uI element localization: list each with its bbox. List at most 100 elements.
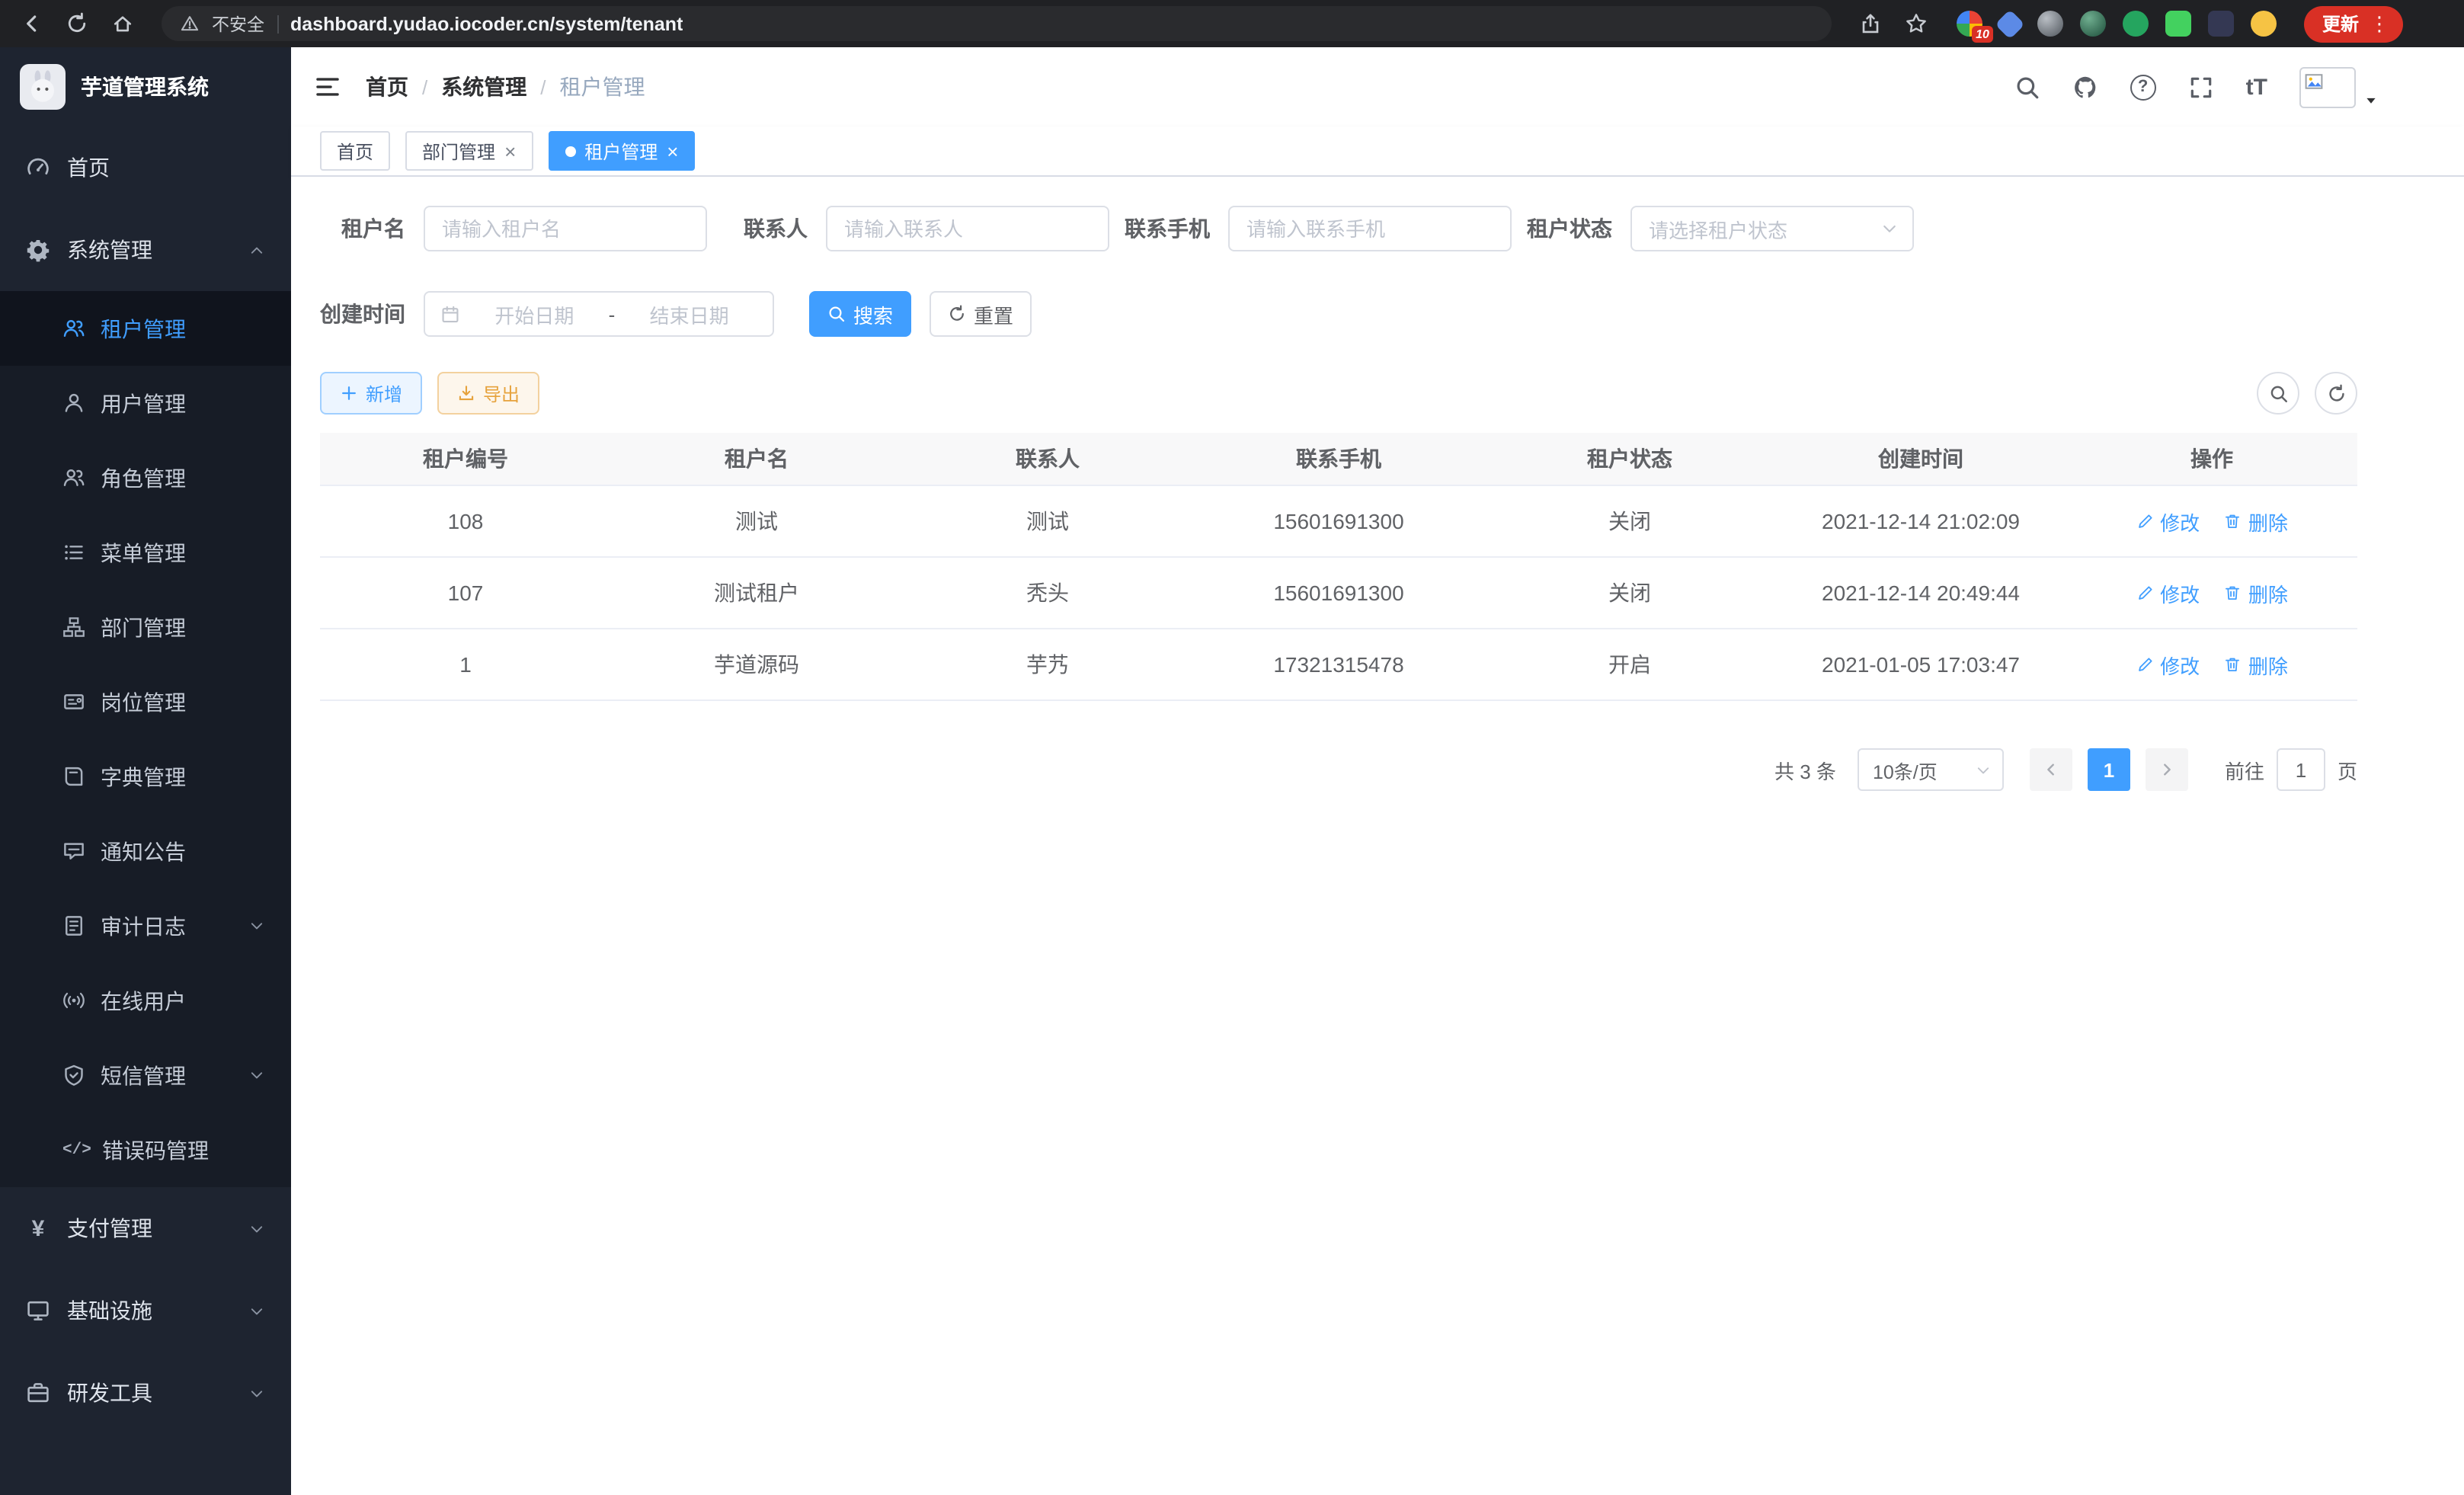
browser-home-button[interactable] [104,5,140,42]
edit-link[interactable]: 修改 [2136,507,2200,536]
column-actions: 操作 [2066,443,2357,474]
fullscreen-icon[interactable] [2188,74,2214,100]
update-button[interactable]: 更新 ⋮ [2304,5,2403,42]
delete-link[interactable]: 删除 [2224,650,2288,679]
navbar-actions: ? tT [2014,66,2379,107]
sidebar-item-system[interactable]: 系统管理 [0,209,291,291]
github-icon[interactable] [2072,74,2098,100]
app-logo[interactable]: 芋道管理系统 [0,47,291,126]
search-icon[interactable] [2014,74,2040,100]
sidebar-item-infra[interactable]: 基础设施 [0,1269,291,1352]
contact-input[interactable] [826,206,1109,251]
sidebar-item-home[interactable]: 首页 [0,126,291,209]
sidebar-item-dict[interactable]: 字典管理 [0,739,291,814]
user-menu[interactable] [2299,66,2379,107]
close-icon[interactable]: × [504,141,516,161]
search-button[interactable]: 搜索 [809,291,911,337]
cell-created: 2021-01-05 17:03:47 [1775,652,2066,677]
extension-icon[interactable] [1995,8,2025,39]
back-button[interactable] [12,5,49,42]
extension-icon[interactable] [2080,11,2106,37]
shield-icon [62,1064,85,1087]
edit-link[interactable]: 修改 [2136,650,2200,679]
sidebar-item-online-users[interactable]: 在线用户 [0,963,291,1038]
sidebar-item-role[interactable]: 角色管理 [0,440,291,515]
add-button[interactable]: 新增 [320,372,422,415]
filter-status: 租户状态 请选择租户状态 [1527,206,1914,251]
browser-menu-icon[interactable]: ⋮ [2370,11,2389,36]
tenant-name-input[interactable] [424,206,707,251]
table-row: 107 测试租户 秃头 15601691300 关闭 2021-12-14 20… [320,558,2357,629]
sidebar-item-dept[interactable]: 部门管理 [0,590,291,664]
status-select[interactable]: 请选择租户状态 [1630,206,1914,251]
avatar[interactable] [2299,66,2356,107]
gear-icon [26,238,50,262]
phone-input[interactable] [1228,206,1512,251]
toggle-search-button[interactable] [2257,372,2299,415]
security-label[interactable]: 不安全 [212,11,264,36]
delete-link[interactable]: 删除 [2224,507,2288,536]
extension-icon[interactable] [2165,11,2191,37]
tenant-icon [62,317,85,340]
sidebar-item-sms[interactable]: 短信管理 [0,1038,291,1112]
end-date-placeholder[interactable]: 结束日期 [621,299,757,328]
page-size-select[interactable]: 10条/页 [1858,748,2004,791]
help-icon[interactable]: ? [2130,74,2156,100]
start-date-placeholder[interactable]: 开始日期 [466,299,603,328]
sidebar-item-payment[interactable]: ¥ 支付管理 [0,1187,291,1269]
column-status: 租户状态 [1484,443,1775,474]
tab-home[interactable]: 首页 [320,131,390,171]
prev-page-button[interactable] [2030,748,2072,791]
breadcrumb-separator: / [422,75,427,98]
caret-down-icon[interactable] [2363,92,2379,107]
next-page-button[interactable] [2146,748,2188,791]
reset-button[interactable]: 重置 [930,291,1032,337]
sidebar-item-menu[interactable]: 菜单管理 [0,515,291,590]
column-created: 创建时间 [1775,443,2066,474]
extensions-puzzle-icon[interactable] [2208,11,2234,37]
sidebar-item-audit-log[interactable]: 审计日志 [0,888,291,963]
goto-page-input[interactable] [2277,748,2325,791]
user-icon [62,392,85,415]
id-card-icon [62,690,85,713]
url-text[interactable]: dashboard.yudao.iocoder.cn/system/tenant [290,13,683,34]
breadcrumb-home[interactable]: 首页 [366,72,408,102]
edit-link[interactable]: 修改 [2136,578,2200,607]
reload-button[interactable] [58,5,94,42]
tab-dept[interactable]: 部门管理 × [405,131,533,171]
tab-tenant[interactable]: 租户管理 × [548,131,695,171]
breadcrumb-separator: / [540,75,546,98]
delete-link[interactable]: 删除 [2224,578,2288,607]
chevron-down-icon [1975,761,1992,778]
download-icon [457,384,475,402]
share-icon[interactable] [1853,5,1890,42]
sidebar-item-error-code[interactable]: </> 错误码管理 [0,1112,291,1187]
sidebar-item-post[interactable]: 岗位管理 [0,664,291,739]
extension-icon[interactable]: 10 [1957,11,1982,37]
sidebar-item-tenant[interactable]: 租户管理 [0,291,291,366]
export-button[interactable]: 导出 [437,372,539,415]
date-range-picker[interactable]: 开始日期 - 结束日期 [424,291,774,337]
sidebar-item-notice[interactable]: 通知公告 [0,814,291,888]
breadcrumb-section[interactable]: 系统管理 [441,72,526,102]
chevron-up-icon [248,242,265,258]
font-size-icon[interactable]: tT [2246,74,2267,100]
cell-tenant-id: 1 [320,652,611,677]
menu-list-icon [62,541,85,564]
refresh-table-button[interactable] [2315,372,2357,415]
sidebar-toggle[interactable] [314,73,341,101]
security-warning-icon[interactable] [180,14,200,34]
extension-icon[interactable] [2123,11,2149,37]
extension-icon[interactable] [2037,11,2063,37]
profile-avatar-icon[interactable] [2251,11,2277,37]
filter-contact: 联系人 [722,206,1109,251]
address-bar[interactable]: 不安全 dashboard.yudao.iocoder.cn/system/te… [162,6,1832,41]
yen-icon: ¥ [26,1215,50,1241]
close-icon[interactable]: × [667,141,678,161]
page-number-button[interactable]: 1 [2088,748,2130,791]
sidebar-item-user[interactable]: 用户管理 [0,366,291,440]
chevron-down-icon [248,1067,265,1084]
sidebar-item-devtools[interactable]: 研发工具 [0,1352,291,1434]
bookmark-star-icon[interactable] [1899,5,1935,42]
page-unit-label: 页 [2338,755,2357,784]
